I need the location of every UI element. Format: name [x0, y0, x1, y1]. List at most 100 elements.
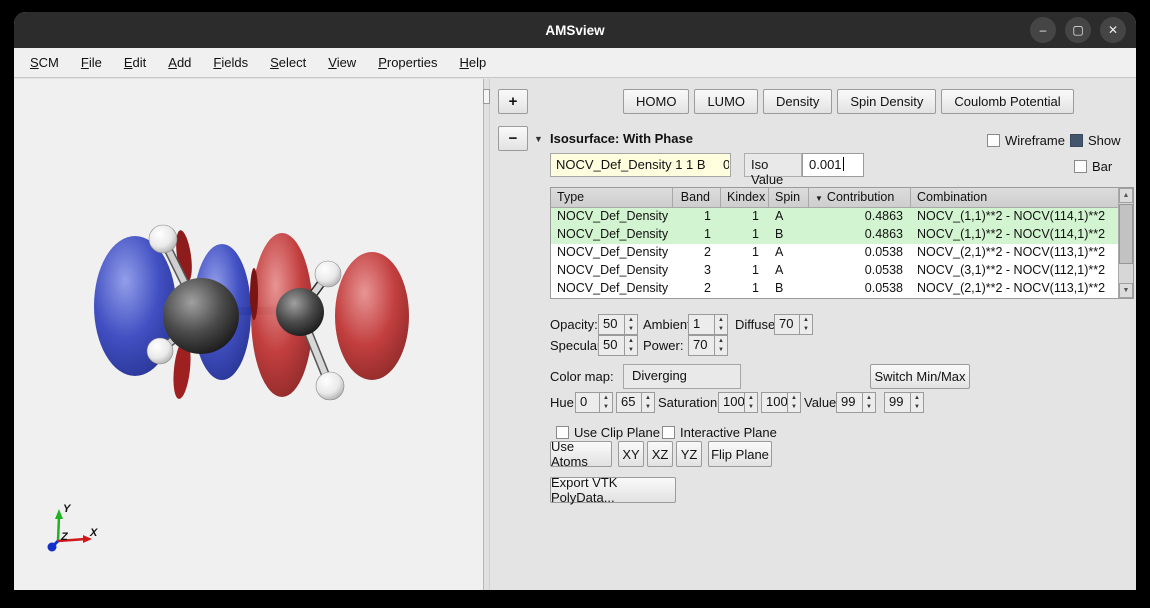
saturation-max-spinbox[interactable]: 100▲▼ [761, 392, 801, 413]
colormap-combo[interactable]: Diverging [623, 364, 741, 389]
nocv-field-table[interactable]: Type Band Kindex Spin ▼Contribution Comb… [550, 187, 1134, 299]
density-button[interactable]: Density [763, 89, 832, 114]
menu-fields[interactable]: Fields [205, 51, 256, 74]
scroll-down-icon[interactable]: ▼ [1119, 283, 1133, 298]
table-cell: 1 [721, 208, 769, 226]
value-min-spinbox[interactable]: 99▲▼ [836, 392, 876, 413]
close-icon[interactable]: ✕ [1100, 17, 1126, 43]
spin-up-icon[interactable]: ▲ [800, 315, 812, 325]
saturation-min-spinbox[interactable]: 100▲▼ [718, 392, 758, 413]
hue-min-spinbox[interactable]: 0▲▼ [575, 392, 613, 413]
viewport-3d[interactable]: Y X Z [14, 79, 483, 590]
table-row[interactable]: NOCV_Def_Density11B0.4863NOCV_(1,1)**2 -… [551, 226, 1133, 244]
pane-splitter[interactable] [483, 79, 490, 590]
spin-down-icon[interactable]: ▼ [625, 346, 637, 356]
table-row[interactable]: NOCV_Def_Density21A0.0538NOCV_(2,1)**2 -… [551, 244, 1133, 262]
titlebar[interactable]: AMSview – ▢ ✕ [14, 12, 1136, 48]
table-cell: 0.0538 [809, 280, 911, 298]
interactive-plane-checkbox[interactable] [662, 426, 675, 439]
spin-down-icon[interactable]: ▼ [600, 403, 612, 413]
homo-button[interactable]: HOMO [623, 89, 689, 114]
power-spinbox[interactable]: 70▲▼ [688, 335, 728, 356]
spin-down-icon[interactable]: ▼ [715, 325, 727, 335]
table-cell: B [769, 226, 809, 244]
table-cell: 1 [721, 226, 769, 244]
splitter-handle[interactable] [483, 89, 490, 104]
export-vtk-button[interactable]: Export VTK PolyData... [550, 477, 676, 503]
ambient-spinbox[interactable]: 1▲▼ [688, 314, 728, 335]
opacity-spinbox[interactable]: 50▲▼ [598, 314, 638, 335]
specular-spinbox[interactable]: 50▲▼ [598, 335, 638, 356]
menu-properties[interactable]: Properties [370, 51, 445, 74]
add-field-button[interactable]: + [498, 89, 528, 114]
value-max-spinbox[interactable]: 99▲▼ [884, 392, 924, 413]
hue-max-spinbox[interactable]: 65▲▼ [616, 392, 655, 413]
spin-up-icon[interactable]: ▲ [788, 393, 800, 403]
menu-file[interactable]: File [73, 51, 110, 74]
spin-down-icon[interactable]: ▼ [642, 403, 654, 413]
expander-icon[interactable]: ▼ [534, 134, 543, 144]
lumo-button[interactable]: LUMO [694, 89, 758, 114]
yz-plane-button[interactable]: YZ [676, 441, 702, 467]
spin-value: 70 [689, 336, 714, 355]
menu-help[interactable]: Help [451, 51, 494, 74]
minimize-icon[interactable]: – [1030, 17, 1056, 43]
table-scrollbar[interactable]: ▲ ▼ [1118, 188, 1133, 298]
menu-scm[interactable]: SCM [22, 51, 67, 74]
column-header-combination[interactable]: Combination [911, 188, 1133, 208]
column-header-contribution[interactable]: ▼Contribution [809, 188, 911, 208]
xy-plane-button[interactable]: XY [618, 441, 644, 467]
spin-down-icon[interactable]: ▼ [788, 403, 800, 413]
bar-checkbox[interactable] [1074, 160, 1087, 173]
table-cell: NOCV_Def_Density [551, 280, 673, 298]
use-atoms-button[interactable]: Use Atoms [550, 441, 612, 467]
field-selector-value: NOCV_Def_Density 1 1 B [556, 157, 706, 172]
spin-up-icon[interactable]: ▲ [625, 315, 637, 325]
table-row[interactable]: NOCV_Def_Density11A0.4863NOCV_(1,1)**2 -… [551, 208, 1133, 226]
field-selector-combo[interactable]: NOCV_Def_Density 1 1 B 0 [550, 153, 731, 177]
iso-value-input[interactable]: 0.001 [802, 153, 864, 177]
spin-up-icon[interactable]: ▲ [642, 393, 654, 403]
spin-down-icon[interactable]: ▼ [745, 403, 757, 413]
switch-minmax-button[interactable]: Switch Min/Max [870, 364, 970, 389]
menu-edit[interactable]: Edit [116, 51, 154, 74]
spin-density-button[interactable]: Spin Density [837, 89, 936, 114]
use-clip-plane-checkbox[interactable] [556, 426, 569, 439]
spin-down-icon[interactable]: ▼ [625, 325, 637, 335]
show-checkbox[interactable] [1070, 134, 1083, 147]
wireframe-checkbox[interactable] [987, 134, 1000, 147]
spin-up-icon[interactable]: ▲ [715, 315, 727, 325]
spin-up-icon[interactable]: ▲ [600, 393, 612, 403]
spin-up-icon[interactable]: ▲ [715, 336, 727, 346]
spin-arrows: ▲▼ [714, 315, 727, 334]
column-header-type[interactable]: Type [551, 188, 673, 208]
coulomb-potential-button[interactable]: Coulomb Potential [941, 89, 1073, 114]
spin-up-icon[interactable]: ▲ [911, 393, 923, 403]
spin-down-icon[interactable]: ▼ [911, 403, 923, 413]
carbon-atom-left [163, 278, 239, 354]
spin-up-icon[interactable]: ▲ [863, 393, 875, 403]
spin-up-icon[interactable]: ▲ [745, 393, 757, 403]
remove-isosurface-button[interactable]: − [498, 126, 528, 151]
scrollbar-thumb[interactable] [1119, 204, 1133, 264]
menu-view[interactable]: View [320, 51, 364, 74]
spin-up-icon[interactable]: ▲ [625, 336, 637, 346]
menu-select[interactable]: Select [262, 51, 314, 74]
spin-down-icon[interactable]: ▼ [863, 403, 875, 413]
spin-arrows: ▲▼ [862, 393, 875, 412]
spin-down-icon[interactable]: ▼ [715, 346, 727, 356]
table-row[interactable]: NOCV_Def_Density31A0.0538NOCV_(3,1)**2 -… [551, 262, 1133, 280]
xz-plane-button[interactable]: XZ [647, 441, 673, 467]
table-body: NOCV_Def_Density11A0.4863NOCV_(1,1)**2 -… [551, 208, 1133, 298]
column-header-spin[interactable]: Spin [769, 188, 809, 208]
spin-down-icon[interactable]: ▼ [800, 325, 812, 335]
column-header-band[interactable]: Band [673, 188, 721, 208]
scroll-up-icon[interactable]: ▲ [1119, 188, 1133, 203]
flip-plane-button[interactable]: Flip Plane [708, 441, 772, 467]
maximize-icon[interactable]: ▢ [1065, 17, 1091, 43]
column-header-kindex[interactable]: Kindex [721, 188, 769, 208]
table-row[interactable]: NOCV_Def_Density21B0.0538NOCV_(2,1)**2 -… [551, 280, 1133, 298]
menu-add[interactable]: Add [160, 51, 199, 74]
table-header: Type Band Kindex Spin ▼Contribution Comb… [551, 188, 1133, 208]
diffuse-spinbox[interactable]: 70▲▼ [774, 314, 813, 335]
